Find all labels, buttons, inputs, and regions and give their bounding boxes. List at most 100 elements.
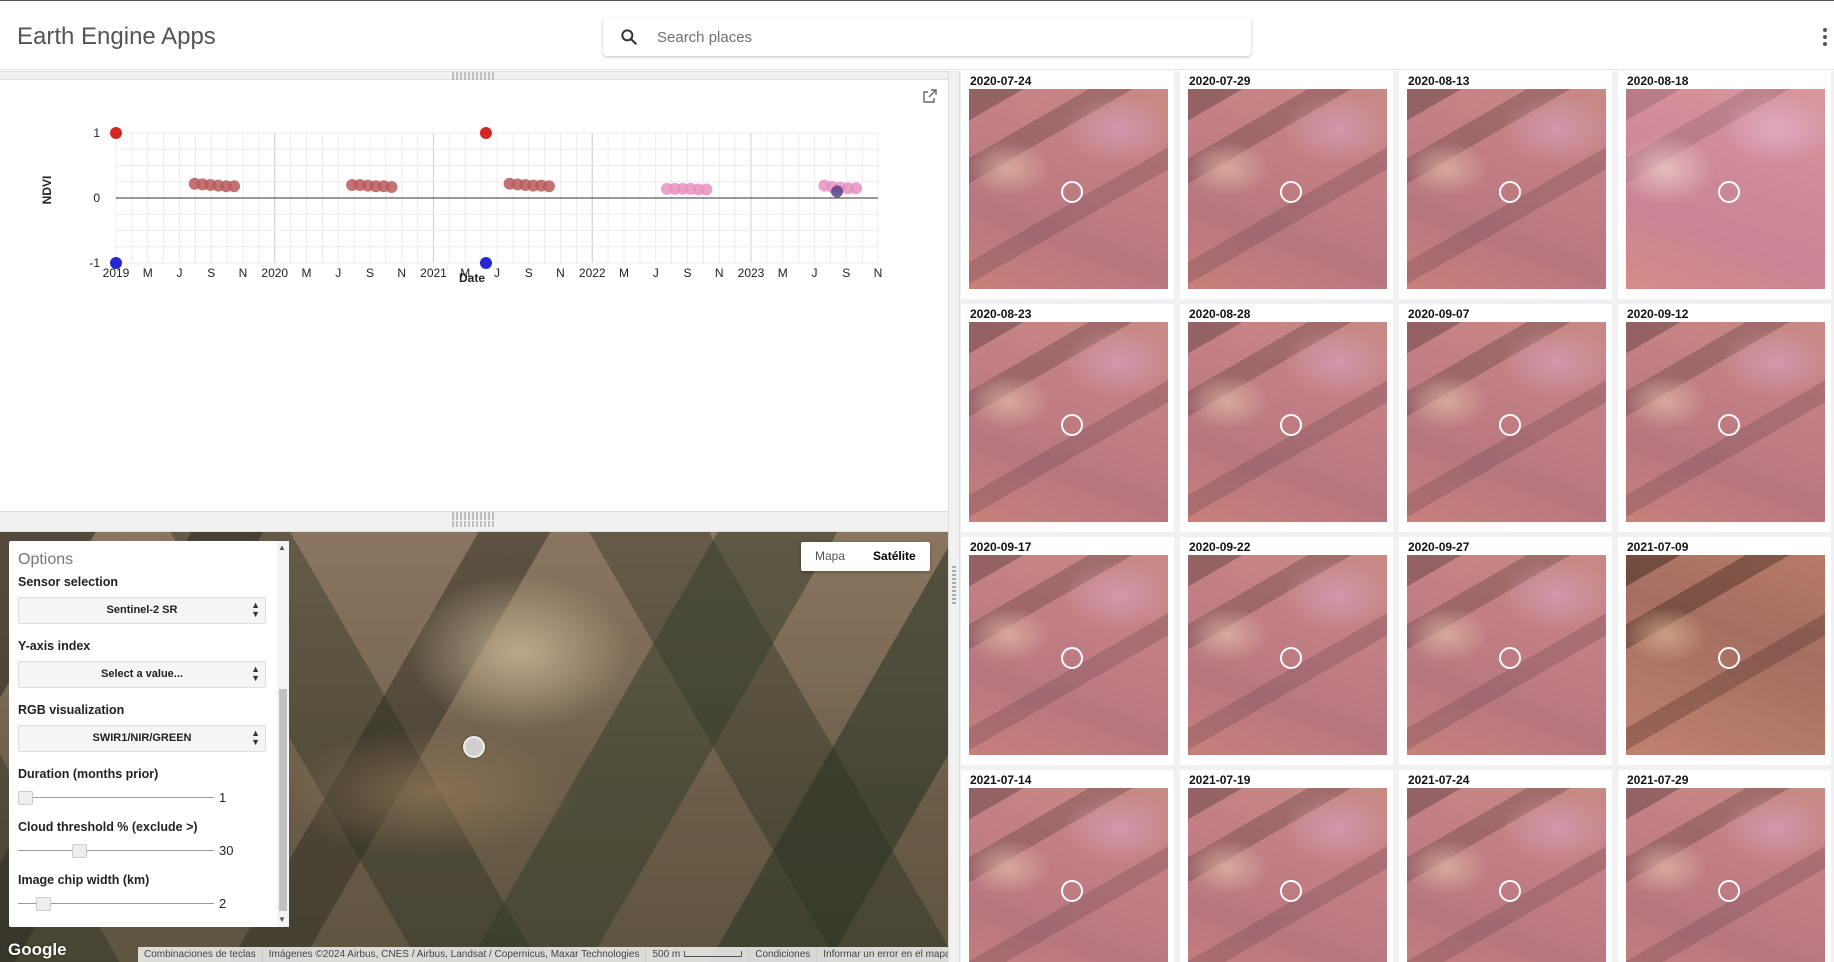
cloud-threshold-value: 30 [219,843,234,858]
image-chip[interactable]: 2020-08-28 [1180,304,1393,532]
satellite-chip-image[interactable] [1407,89,1606,289]
chart-data-point[interactable] [385,180,398,193]
satellite-chip-image[interactable] [1188,555,1387,755]
image-chip-width-slider[interactable] [18,897,214,911]
satellite-chip-image[interactable] [1626,788,1825,962]
image-chip-date: 2020-07-29 [1189,74,1251,88]
search-input[interactable] [657,18,1237,56]
y-axis-index-select[interactable]: Select a value... ▲ ▼ [18,661,266,688]
chart-x-tick-label: J [653,266,659,280]
map-type-mapa-button[interactable]: Mapa [801,542,859,571]
y-axis-index-label: Y-axis index [18,639,91,653]
image-chip[interactable]: 2020-08-13 [1399,71,1612,299]
chart-x-tick-label: 2023 [738,266,765,280]
chart-x-tick-label: N [874,266,883,280]
satellite-chip-image[interactable] [1626,555,1825,755]
image-chip[interactable]: 2021-07-19 [1180,770,1393,962]
chart-x-tick-label: N [556,266,565,280]
chart-data-point[interactable] [849,182,862,195]
select-arrows-icon: ▲ ▼ [251,600,260,619]
image-chip-date: 2021-07-14 [970,773,1032,787]
chart-data-point[interactable] [700,183,713,196]
image-chip[interactable]: 2020-09-27 [1399,537,1612,765]
satellite-chip-image[interactable] [1188,322,1387,522]
map-type-control[interactable]: Mapa Satélite [801,542,930,571]
map-panel-drag-handle-lower[interactable] [452,521,496,527]
scroll-up-icon[interactable]: ▲ [278,543,286,552]
image-chip-width-slider-knob[interactable] [36,897,52,911]
chart-data-point[interactable] [831,185,844,198]
location-ring-icon [1280,880,1302,902]
map-type-satellite-button[interactable]: Satélite [859,542,930,571]
chart-y-tick-label: 1 [93,126,100,140]
satellite-chip-image[interactable] [1626,322,1825,522]
chart-data-point[interactable] [110,127,122,139]
image-chip-date: 2020-09-22 [1189,540,1251,554]
cloud-threshold-slider-knob[interactable] [72,844,88,858]
options-scrollbar-thumb[interactable] [279,689,287,911]
map-point-marker[interactable] [463,736,485,758]
map-scale[interactable]: 500 m [646,947,750,962]
image-chip[interactable]: 2020-09-17 [961,537,1174,765]
satellite-chip-image[interactable] [1626,89,1825,289]
image-chip[interactable]: 2020-08-18 [1618,71,1831,299]
image-chip-grid[interactable]: 2020-07-24 2020-07-29 2020-08-13 2020-08-18… [960,71,1834,962]
satellite-chip-image[interactable] [969,555,1168,755]
image-chip[interactable]: 2020-09-22 [1180,537,1393,765]
image-chip[interactable]: 2020-09-12 [1618,304,1831,532]
chart-x-tick-label: 2020 [261,266,288,280]
satellite-chip-image[interactable] [969,89,1168,289]
ndvi-chart: 10-12019 M J S N 2020 M J S N 2021 M J S N 2022 M J S N 2023… [40,126,883,285]
rgb-visualization-label: RGB visualization [18,703,125,717]
y-axis-select-value: Select a value... [101,668,183,680]
chart-data-point[interactable] [479,127,492,139]
open-in-new-icon[interactable] [922,88,938,104]
image-chip-width-value: 2 [219,896,227,911]
image-chip[interactable]: 2020-09-07 [1399,304,1612,532]
satellite-chip-image[interactable] [1407,788,1606,962]
location-ring-icon [1499,181,1521,203]
cloud-threshold-slider[interactable] [18,844,214,858]
image-chip-date: 2020-07-24 [970,74,1032,88]
satellite-chip-image[interactable] [1188,89,1387,289]
more-menu-icon[interactable] [1820,26,1830,48]
map-attribution: Combinaciones de teclas Imágenes ©2024 A… [138,947,948,962]
map-panel-drag-handle[interactable] [452,512,496,520]
chart-data-point[interactable] [479,257,492,269]
terms-link[interactable]: Condiciones [749,947,818,962]
chart-data-point[interactable] [228,180,241,193]
chart-data-point[interactable] [542,180,555,193]
image-chip[interactable]: 2020-07-29 [1180,71,1393,299]
vertical-splitter[interactable] [948,71,960,962]
satellite-chip-image[interactable] [969,322,1168,522]
image-chip-date: 2020-09-07 [1408,307,1470,321]
search-box[interactable] [603,18,1251,56]
image-chip-date: 2020-08-18 [1627,74,1689,88]
chart-data-point[interactable] [110,257,122,269]
sensor-select[interactable]: Sentinel-2 SR ▲ ▼ [18,597,266,624]
rgb-visualization-select[interactable]: SWIR1/NIR/GREEN ▲ ▼ [18,725,266,752]
options-panel: Options Sensor selection Sentinel-2 SR ▲… [9,541,288,927]
options-scrollbar[interactable]: ▲ ▼ [277,541,289,927]
image-chip[interactable]: 2020-07-24 [961,71,1174,299]
image-chip-width-label: Image chip width (km) [18,873,150,887]
duration-slider-knob[interactable] [18,791,33,805]
satellite-chip-image[interactable] [1407,555,1606,755]
map-scale-label: 500 m [652,949,681,960]
sensor-select-value: Sentinel-2 SR [106,604,178,616]
satellite-chip-image[interactable] [1188,788,1387,962]
report-error-link[interactable]: Informar un error en el mapa [817,947,948,962]
keyboard-shortcuts-link[interactable]: Combinaciones de teclas [138,947,263,962]
image-chip[interactable]: 2021-07-14 [961,770,1174,962]
scroll-down-icon[interactable]: ▼ [278,915,286,924]
image-chip-date: 2021-07-19 [1189,773,1251,787]
image-chip[interactable]: 2021-07-29 [1618,770,1831,962]
image-chip[interactable]: 2021-07-24 [1399,770,1612,962]
satellite-chip-image[interactable] [969,788,1168,962]
location-ring-icon [1718,880,1740,902]
image-chip[interactable]: 2020-08-23 [961,304,1174,532]
location-ring-icon [1718,414,1740,436]
image-chip[interactable]: 2021-07-09 [1618,537,1831,765]
duration-slider[interactable] [18,791,214,805]
satellite-chip-image[interactable] [1407,322,1606,522]
